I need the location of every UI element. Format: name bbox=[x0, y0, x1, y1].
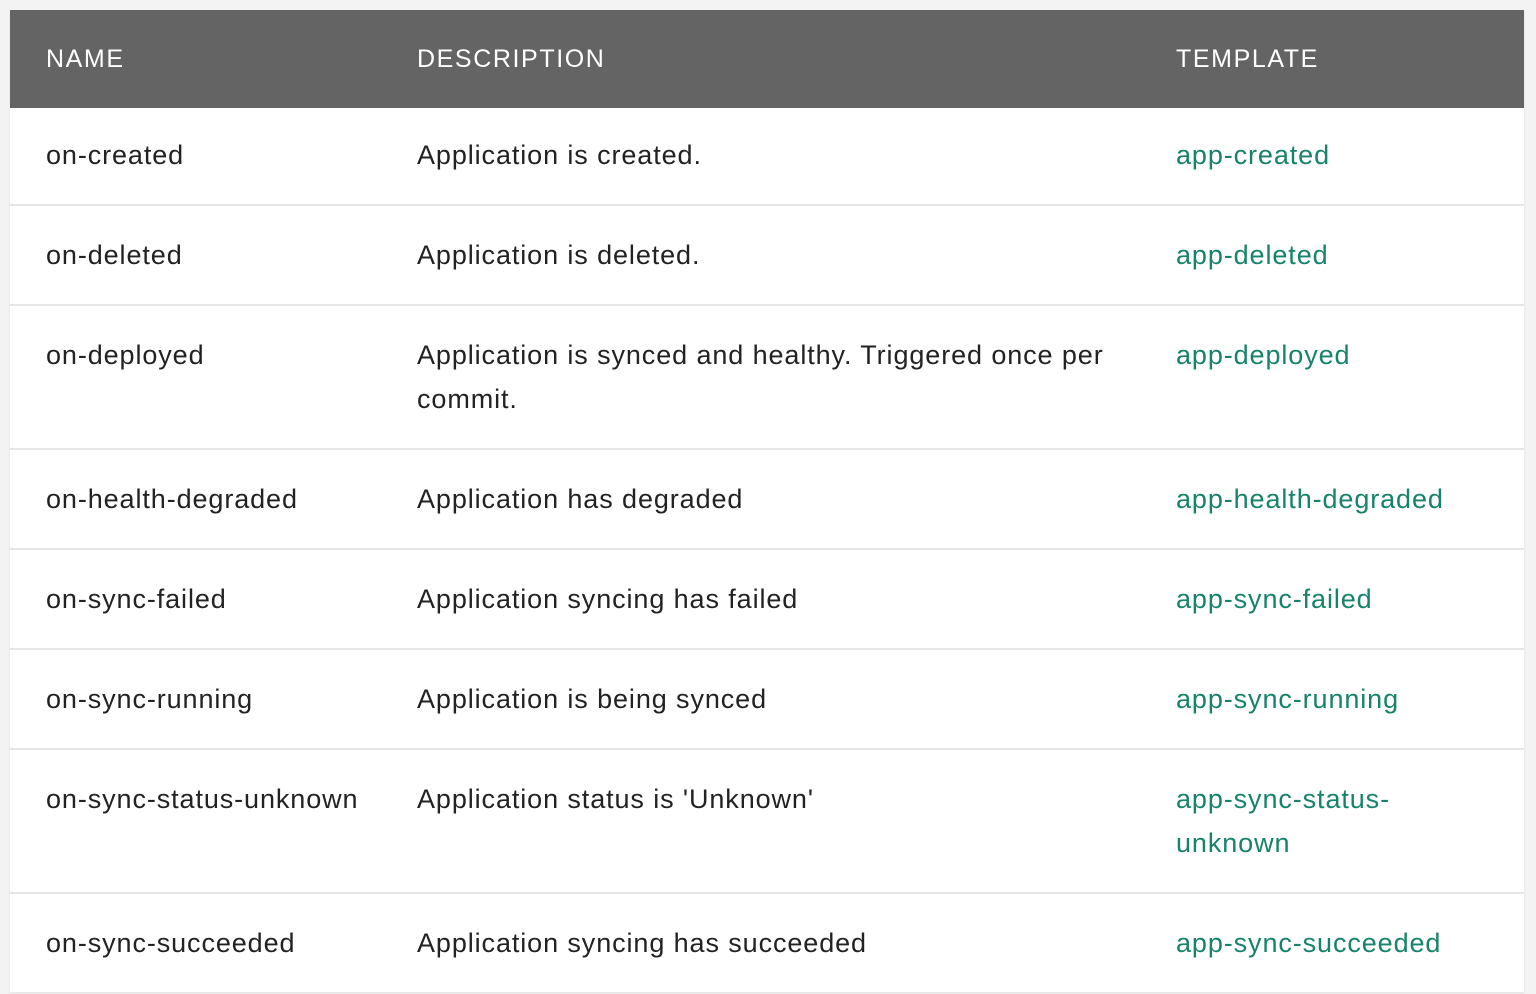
trigger-name: on-sync-succeeded bbox=[10, 892, 381, 992]
trigger-description: Application is being synced bbox=[381, 648, 1140, 749]
template-link[interactable]: app-health-degraded bbox=[1140, 448, 1524, 549]
trigger-description: Application status is 'Unknown' bbox=[381, 748, 1140, 893]
template-link[interactable]: app-deleted bbox=[1140, 204, 1524, 305]
column-header-name: NAME bbox=[46, 44, 125, 73]
table-header: NAME DESCRIPTION TEMPLATE bbox=[10, 10, 1524, 108]
column-header-template: TEMPLATE bbox=[1176, 44, 1319, 73]
table-row: on-deployed Application is synced and he… bbox=[10, 304, 1524, 449]
trigger-description: Application is synced and healthy. Trigg… bbox=[381, 304, 1140, 449]
table-row: on-sync-status-unknown Application statu… bbox=[10, 748, 1524, 893]
template-link[interactable]: app-created bbox=[1140, 108, 1524, 205]
trigger-name: on-created bbox=[46, 140, 185, 170]
trigger-name: on-deleted bbox=[10, 204, 381, 305]
table-row: on-sync-running Application is being syn… bbox=[10, 648, 1524, 749]
trigger-description: Application syncing has succeeded bbox=[381, 892, 1140, 992]
template-link[interactable]: app-sync-running bbox=[1140, 648, 1524, 749]
table-row: on-health-degraded Application has degra… bbox=[10, 448, 1524, 549]
triggers-table-container: NAME DESCRIPTION TEMPLATE on-created App… bbox=[10, 10, 1524, 992]
trigger-name: on-health-degraded bbox=[10, 448, 381, 549]
triggers-table: NAME DESCRIPTION TEMPLATE on-created App… bbox=[10, 10, 1524, 992]
trigger-name: on-sync-failed bbox=[10, 548, 381, 649]
trigger-name: on-deployed bbox=[10, 304, 381, 449]
header-row: NAME DESCRIPTION TEMPLATE bbox=[10, 10, 1524, 108]
trigger-description: Application has degraded bbox=[381, 448, 1140, 549]
column-header-description: DESCRIPTION bbox=[417, 44, 606, 73]
table-row: on-created Application is created. app-c… bbox=[10, 108, 1524, 205]
trigger-description: Application is created. bbox=[417, 140, 702, 170]
trigger-name: on-sync-status-unknown bbox=[10, 748, 381, 893]
trigger-description: Application syncing has failed bbox=[381, 548, 1140, 649]
template-link[interactable]: app-sync-succeeded bbox=[1140, 892, 1524, 992]
table-body: on-created Application is created. app-c… bbox=[10, 108, 1524, 992]
template-link[interactable]: app-deployed bbox=[1140, 304, 1524, 449]
table-row: on-deleted Application is deleted. app-d… bbox=[10, 204, 1524, 305]
template-link[interactable]: app-sync-status-unknown bbox=[1140, 748, 1524, 893]
table-row: on-sync-failed Application syncing has f… bbox=[10, 548, 1524, 649]
template-link[interactable]: app-sync-failed bbox=[1140, 548, 1524, 649]
table-row: on-sync-succeeded Application syncing ha… bbox=[10, 892, 1524, 992]
trigger-name: on-sync-running bbox=[10, 648, 381, 749]
trigger-description: Application is deleted. bbox=[381, 204, 1140, 305]
